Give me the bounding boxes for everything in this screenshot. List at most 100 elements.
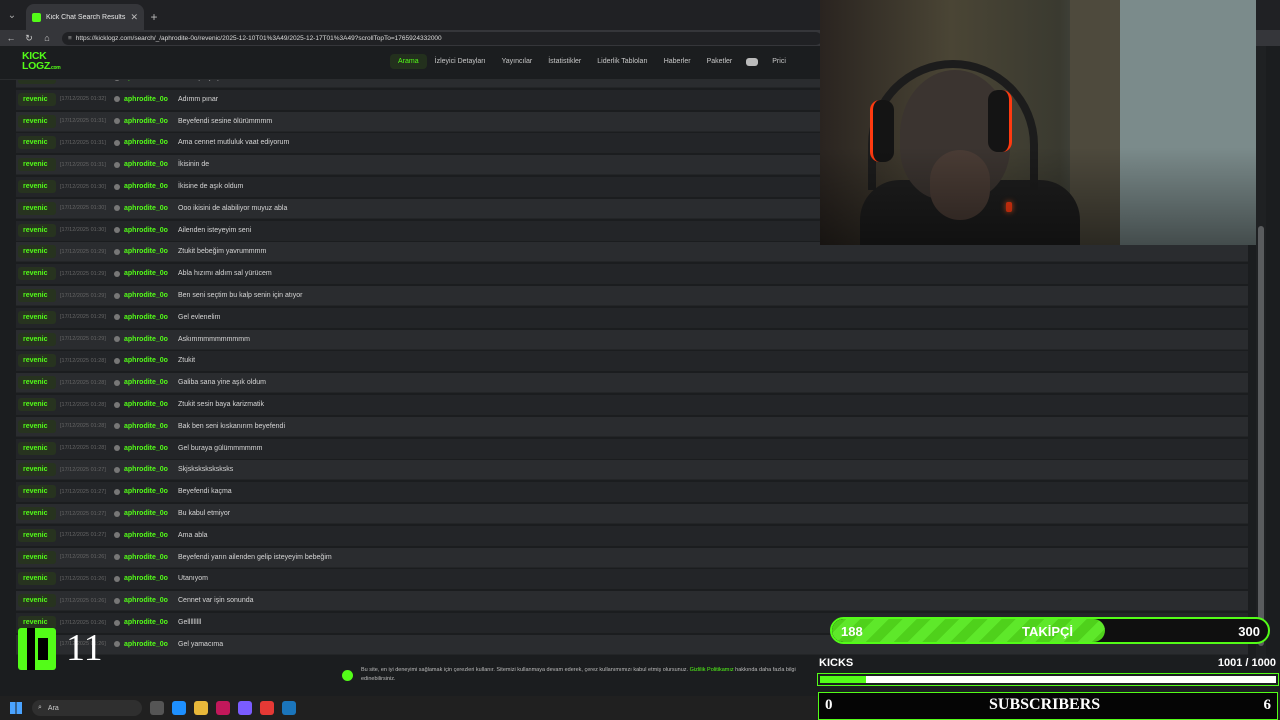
refresh-icon[interactable]: ↻	[22, 33, 36, 44]
app-icon[interactable]	[216, 701, 230, 715]
message-username[interactable]: aphrodite_0o	[124, 80, 178, 81]
channel-badge[interactable]: revenic	[18, 180, 56, 193]
tab-list-icon[interactable]: ⌄	[2, 5, 22, 25]
page-scrollbar[interactable]	[1256, 46, 1266, 660]
channel-badge[interactable]: revenic	[18, 485, 56, 499]
follower-goal-bar: 188 TAKİPÇİ 300	[830, 617, 1270, 644]
message-username[interactable]: aphrodite_0o	[124, 118, 178, 125]
menu-item-izleyici-detaylari[interactable]: İzleyici Detayları	[427, 54, 494, 69]
message-username[interactable]: aphrodite_0o	[124, 314, 178, 321]
webcam-shade	[820, 0, 1256, 245]
channel-badge[interactable]: revenic	[18, 550, 56, 564]
privacy-policy-link[interactable]: Gizlilik Politikamız	[690, 667, 734, 673]
message-username[interactable]: aphrodite_0o	[124, 336, 178, 343]
menu-item-arama[interactable]: Arama	[390, 54, 427, 69]
message-username[interactable]: aphrodite_0o	[124, 445, 178, 452]
channel-badge[interactable]: revenic	[18, 136, 56, 150]
message-username[interactable]: aphrodite_0o	[124, 575, 178, 582]
home-icon[interactable]: ⌂	[40, 33, 54, 43]
chrome-icon[interactable]	[260, 701, 274, 715]
message-username[interactable]: aphrodite_0o	[124, 379, 178, 386]
menu-item-yayincilar[interactable]: Yayıncılar	[494, 54, 541, 69]
message-timestamp: [17/12/2025 01:31]	[60, 139, 106, 146]
message-username[interactable]: aphrodite_0o	[124, 466, 178, 473]
message-text: Ztukit bebeğim yavrummmm	[178, 248, 267, 256]
menu-item-paketler[interactable]: Paketler	[699, 54, 741, 69]
obs-icon[interactable]	[238, 701, 252, 715]
message-username[interactable]: aphrodite_0o	[124, 423, 178, 430]
message-username[interactable]: aphrodite_0o	[124, 488, 178, 495]
user-avatar-icon	[114, 314, 120, 321]
user-avatar-icon	[114, 205, 120, 212]
channel-badge[interactable]: revenic	[18, 594, 56, 608]
message-username[interactable]: aphrodite_0o	[124, 292, 178, 299]
message-timestamp: [17/12/2025 01:27]	[60, 466, 106, 473]
channel-badge[interactable]: revenic	[18, 223, 56, 237]
message-username[interactable]: aphrodite_0o	[124, 183, 178, 190]
back-icon[interactable]: ←	[4, 33, 18, 43]
user-avatar-icon	[114, 619, 120, 626]
message-username[interactable]: aphrodite_0o	[124, 641, 178, 648]
message-text: Beyefendi kaçma	[178, 488, 232, 496]
channel-badge[interactable]: revenic	[18, 419, 56, 433]
menu-item-pricing[interactable]: Prici	[764, 54, 794, 69]
message-username[interactable]: aphrodite_0o	[124, 510, 178, 517]
message-username[interactable]: aphrodite_0o	[124, 161, 178, 168]
message-text: Ooo ikisini de alabiliyor muyuz abla	[178, 204, 288, 212]
taskbar-search[interactable]: ⌕ Ara	[32, 700, 142, 716]
channel-badge[interactable]: revenic	[18, 376, 56, 390]
browser-tab[interactable]: Kick Chat Search Results ✕	[26, 4, 144, 30]
channel-badge[interactable]: revenic	[18, 201, 56, 215]
message-text: Ben seni seçtim bu kalp senin için atıyo…	[178, 292, 303, 299]
message-username[interactable]: aphrodite_0o	[124, 96, 178, 103]
tab-close-icon[interactable]: ✕	[130, 12, 138, 23]
message-username[interactable]: aphrodite_0o	[124, 532, 178, 539]
user-avatar-icon	[114, 139, 120, 146]
channel-badge[interactable]: revenic	[18, 507, 56, 520]
channel-badge[interactable]: revenic	[18, 398, 56, 411]
message-username[interactable]: aphrodite_0o	[124, 270, 178, 277]
channel-badge[interactable]: revenic	[18, 441, 56, 455]
channel-badge[interactable]: revenic	[18, 463, 56, 477]
menu-item-haberler[interactable]: Haberler	[656, 54, 699, 69]
site-info-icon[interactable]: ≡	[68, 35, 72, 42]
channel-badge[interactable]: revenic	[18, 80, 56, 84]
channel-badge[interactable]: revenic	[18, 92, 56, 106]
message-username[interactable]: aphrodite_0o	[124, 401, 178, 408]
channel-badge[interactable]: revenic	[18, 310, 56, 324]
menu-item-istatistikler[interactable]: İstatistikler	[540, 54, 589, 69]
message-username[interactable]: aphrodite_0o	[124, 554, 178, 561]
channel-badge[interactable]: revenic	[18, 289, 56, 302]
scrollbar-thumb[interactable]	[1258, 226, 1264, 646]
edge-icon[interactable]	[172, 701, 186, 715]
channel-badge[interactable]: revenic	[18, 528, 56, 542]
steam-icon[interactable]	[282, 701, 296, 715]
menu-item-liderlik-tablolari[interactable]: Liderlik Tabloları	[589, 54, 655, 69]
chat-message-row: revenic [17/12/2025 01:29] aphrodite_0o Abl…	[16, 264, 1248, 285]
message-username[interactable]: aphrodite_0o	[124, 597, 178, 604]
channel-badge[interactable]: revenic	[18, 158, 56, 172]
channel-badge[interactable]: revenic	[18, 354, 56, 368]
message-username[interactable]: aphrodite_0o	[124, 139, 178, 146]
channel-badge[interactable]: revenic	[18, 332, 56, 346]
message-username[interactable]: aphrodite_0o	[124, 205, 178, 212]
task-view-icon[interactable]	[150, 701, 164, 715]
discord-icon[interactable]	[746, 57, 759, 66]
channel-badge[interactable]: revenic	[18, 245, 56, 259]
new-tab-icon[interactable]: +	[144, 4, 164, 30]
address-bar[interactable]: ≡ https://kicklogz.com/search/_/aphrodit…	[62, 31, 822, 45]
message-username[interactable]: aphrodite_0o	[124, 248, 178, 255]
channel-badge[interactable]: revenic	[18, 114, 56, 128]
user-avatar-icon	[114, 597, 120, 604]
message-username[interactable]: aphrodite_0o	[124, 619, 178, 626]
search-icon: ⌕	[38, 704, 42, 711]
message-timestamp: [17/12/2025 01:29]	[60, 314, 106, 321]
channel-badge[interactable]: revenic	[18, 572, 56, 586]
file-explorer-icon[interactable]	[194, 701, 208, 715]
kicklogz-logo[interactable]: KICK LOGZ.com	[22, 51, 68, 75]
message-text: Galiba sana yine aşık oldum	[178, 379, 266, 387]
windows-start-icon[interactable]	[10, 702, 22, 714]
message-username[interactable]: aphrodite_0o	[124, 227, 178, 234]
channel-badge[interactable]: revenic	[18, 267, 56, 281]
message-username[interactable]: aphrodite_0o	[124, 357, 178, 364]
